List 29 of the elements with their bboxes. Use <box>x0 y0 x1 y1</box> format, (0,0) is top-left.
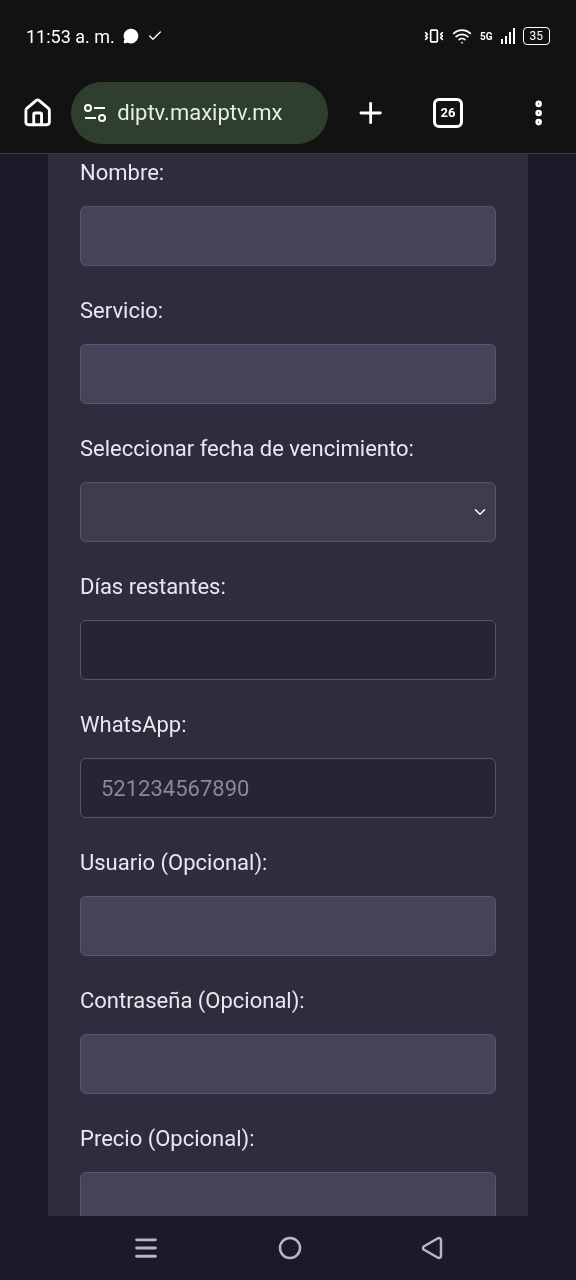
field-label: Días restantes: <box>80 573 227 601</box>
input-field[interactable] <box>80 896 496 956</box>
vibrate-icon <box>423 26 444 46</box>
tab-count-button[interactable]: 26 <box>433 97 463 128</box>
url-text: diptv.maxiptv.mx <box>117 99 283 127</box>
site-settings-icon[interactable] <box>83 102 108 123</box>
field-label: Usuario (Opcional): <box>80 849 269 877</box>
home-icon[interactable] <box>22 96 54 129</box>
signal-icon <box>500 28 515 44</box>
battery-icon: 35 <box>522 27 550 45</box>
back-icon[interactable] <box>420 1236 444 1260</box>
field-label: Nombre: <box>80 159 166 187</box>
address-bar[interactable]: diptv.maxiptv.mx <box>71 81 328 144</box>
clock-text: 11:53 a. m. <box>26 24 115 49</box>
field-label: Contraseña (Opcional): <box>80 987 306 1015</box>
input-field[interactable] <box>80 620 496 680</box>
field-label: Seleccionar fecha de vencimiento: <box>80 435 415 463</box>
input-field[interactable]: 521234567890 <box>80 758 496 818</box>
home-button-icon[interactable] <box>278 1236 302 1260</box>
field-label: WhatsApp: <box>80 711 188 739</box>
field-label: Precio (Opcional): <box>80 1125 256 1153</box>
input-field[interactable] <box>80 1172 496 1216</box>
chat-icon <box>122 28 139 44</box>
field-label: Servicio: <box>80 297 165 325</box>
input-field[interactable] <box>80 1034 496 1094</box>
input-field[interactable] <box>80 206 496 266</box>
input-field[interactable] <box>80 344 496 404</box>
wifi-icon <box>451 26 472 46</box>
network-text: 5G <box>479 29 493 44</box>
